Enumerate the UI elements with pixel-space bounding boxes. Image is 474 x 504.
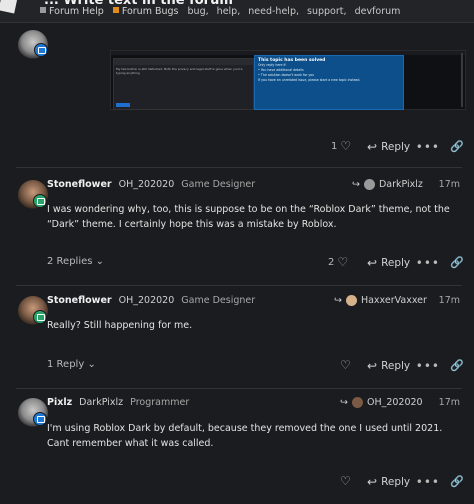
reply-arrow-icon: ↩ — [367, 475, 378, 489]
post-divider — [16, 388, 462, 389]
like-count: 1 — [331, 140, 338, 152]
topic-header: ... Write text in the forum Forum Help F… — [0, 0, 474, 23]
embed-scrollbar — [461, 53, 463, 107]
heart-icon: ♡ — [340, 139, 352, 153]
embedded-screenshot[interactable]: My like button is still disturbed. Both … — [110, 50, 466, 110]
reply-to-username: HaxxerVaxxer — [360, 295, 427, 306]
reply-to-tab[interactable]: ↪ HaxxerVaxxer — [334, 295, 427, 306]
username[interactable]: Stoneflower — [47, 179, 112, 190]
category-color-swatch — [112, 7, 119, 13]
embed-composer: My like button is still disturbed. Both … — [113, 58, 254, 110]
post-actions: 1 ♡ ↩ Reply ••• 🔗 — [0, 140, 474, 156]
reply-to-username: DarkPixlz — [378, 179, 423, 190]
heart-icon: ♡ — [340, 474, 351, 488]
reply-to-username: OH_202020 — [366, 397, 423, 408]
reply-to-avatar — [345, 295, 357, 306]
post-meta: Stoneflower OH_202020 Game Designer — [47, 295, 255, 306]
category-forum-bugs[interactable]: Forum Bugs — [112, 6, 179, 17]
full-name[interactable]: DarkPixlz — [79, 397, 123, 408]
like-button[interactable]: 1 ♡ — [331, 140, 351, 152]
post-date[interactable]: 17m — [439, 179, 460, 190]
embed-panel-title: This topic has been solved — [258, 58, 326, 63]
more-options-icon[interactable]: ••• — [416, 140, 440, 154]
tag-devforum[interactable]: devforum — [355, 6, 401, 17]
post-actions: ♡ ↩ Reply ••• 🔗 — [0, 475, 474, 491]
reply-label: Reply — [381, 257, 411, 269]
like-count: 2 — [328, 256, 335, 268]
user-title: Game Designer — [181, 179, 256, 190]
reply-label: Reply — [381, 476, 411, 488]
reply-to-avatar — [351, 397, 363, 408]
post-date[interactable]: 17m — [439, 397, 460, 408]
post-divider — [16, 285, 462, 286]
heart-icon: ♡ — [337, 255, 349, 269]
reply-to-tab[interactable]: ↪ OH_202020 — [340, 397, 423, 408]
more-options-icon[interactable]: ••• — [416, 256, 440, 270]
reply-button[interactable]: ↩ Reply — [367, 475, 410, 489]
reply-label: Reply — [381, 141, 411, 153]
forum-logo[interactable] — [0, 0, 18, 14]
post-actions: 1 Reply ⌄ ♡ ↩ Reply ••• 🔗 — [0, 359, 474, 375]
link-icon[interactable]: 🔗 — [450, 359, 464, 372]
reply-label: Reply — [381, 360, 411, 372]
user-title: Programmer — [130, 397, 190, 408]
user-flair-icon — [33, 412, 47, 426]
post-body: Really? Still happening for me. — [47, 320, 193, 331]
embed-panel-line: If you have an unrelated issue, please s… — [258, 78, 361, 82]
reply-arrow-icon: ↩ — [367, 256, 378, 270]
like-button[interactable]: ♡ — [340, 359, 351, 371]
post-divider — [16, 167, 462, 168]
embed-composer-text: My like button is still disturbed. Both … — [116, 67, 243, 75]
username[interactable]: Pixlz — [47, 397, 72, 408]
link-icon[interactable]: 🔗 — [450, 475, 464, 488]
replies-toggle[interactable]: 2 Replies ⌄ — [47, 256, 104, 267]
post-meta: Stoneflower OH_202020 Game Designer — [47, 179, 255, 190]
more-options-icon[interactable]: ••• — [416, 359, 440, 373]
heart-icon: ♡ — [340, 358, 351, 372]
like-button[interactable]: ♡ — [340, 475, 351, 487]
full-name[interactable]: OH_202020 — [119, 295, 175, 306]
embed-reply-button — [116, 103, 130, 107]
tag-help[interactable]: help, — [217, 6, 241, 17]
reply-to-arrow-icon: ↪ — [340, 397, 348, 408]
category-color-swatch — [40, 7, 46, 13]
full-name[interactable]: OH_202020 — [119, 179, 175, 190]
username[interactable]: Stoneflower — [47, 295, 112, 306]
user-flair-icon — [33, 194, 47, 208]
user-flair-icon — [33, 310, 47, 324]
user-flair-icon — [34, 43, 48, 57]
reply-button[interactable]: ↩ Reply — [367, 140, 410, 154]
category-forum-help[interactable]: Forum Help — [40, 6, 104, 17]
like-button[interactable]: 2 ♡ — [328, 256, 348, 268]
reply-to-avatar — [363, 179, 375, 190]
post-body: I'm using Roblox Dark by default, becaus… — [47, 423, 443, 449]
reply-arrow-icon: ↩ — [367, 359, 378, 373]
post-actions: 2 Replies ⌄ 2 ♡ ↩ Reply ••• 🔗 — [0, 256, 474, 272]
embed-solved-panel: This topic has been solved Only reply he… — [254, 55, 404, 110]
reply-button[interactable]: ↩ Reply — [367, 359, 410, 373]
tag-bug[interactable]: bug, — [188, 6, 209, 17]
link-icon[interactable]: 🔗 — [450, 140, 464, 153]
tag-support[interactable]: support, — [307, 6, 347, 17]
reply-to-arrow-icon: ↪ — [352, 179, 360, 190]
post-body: I was wondering why, too, this is suppos… — [47, 204, 450, 230]
link-icon[interactable]: 🔗 — [450, 256, 464, 269]
reply-to-tab[interactable]: ↪ DarkPixlz — [352, 179, 423, 190]
user-title: Game Designer — [181, 295, 256, 306]
reply-arrow-icon: ↩ — [367, 140, 378, 154]
more-options-icon[interactable]: ••• — [416, 475, 440, 489]
post-meta: Pixlz DarkPixlz Programmer — [47, 397, 189, 408]
tag-need-help[interactable]: need-help, — [248, 6, 299, 17]
replies-toggle[interactable]: 1 Reply ⌄ — [47, 359, 96, 370]
chevron-down-icon: ⌄ — [87, 359, 96, 370]
reply-button[interactable]: ↩ Reply — [367, 256, 410, 270]
post-date[interactable]: 17m — [439, 295, 460, 306]
topic-categories: Forum Help Forum Bugs bug, help, need-he… — [40, 6, 405, 17]
reply-to-arrow-icon: ↪ — [334, 295, 342, 306]
chevron-down-icon: ⌄ — [95, 256, 105, 267]
